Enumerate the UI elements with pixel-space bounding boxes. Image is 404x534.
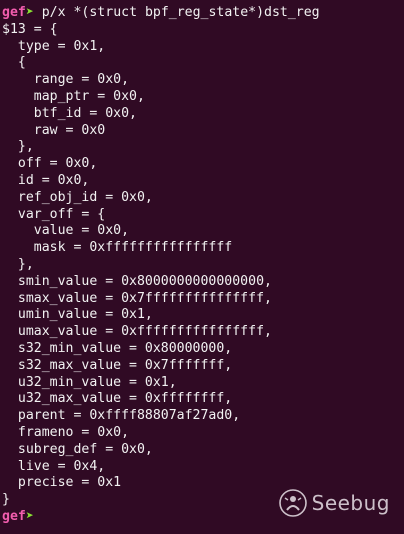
output-line: id = 0x0, (2, 172, 90, 188)
output-line: { (2, 55, 26, 71)
command-line: gef➤ p/x *(struct bpf_reg_state*)dst_reg (2, 5, 404, 22)
prompt-arrow-icon: ➤ (25, 5, 34, 20)
output-line: btf_id = 0x0, (2, 105, 137, 121)
output-line: frameno = 0x0, (2, 424, 130, 440)
output-line: s32_max_value = 0x7fffffff, (2, 357, 233, 373)
output-line: subreg_def = 0x0, (2, 441, 153, 457)
output-line: parent = 0xffff88807af27ad0, (2, 408, 241, 424)
output-line: smin_value = 0x8000000000000000, (2, 273, 272, 289)
output-line: s32_min_value = 0x80000000, (2, 340, 233, 356)
output-line: }, (2, 139, 34, 155)
gef-prompt-label: gef (2, 508, 26, 524)
output-line: map_ptr = 0x0, (2, 88, 145, 104)
output-line: type = 0x1, (2, 38, 106, 54)
output-line: ref_obj_id = 0x0, (2, 189, 153, 205)
watermark-text: Seebug (311, 491, 390, 515)
seebug-watermark: Seebug (278, 488, 390, 518)
output-line: live = 0x4, (2, 458, 106, 474)
output-line: range = 0x0, (2, 72, 130, 88)
output-line: var_off = { (2, 206, 106, 222)
output-line: smax_value = 0x7fffffffffffffff, (2, 290, 272, 306)
prompt-arrow-icon: ➤ (25, 508, 34, 524)
output-line: u32_max_value = 0xffffffff, (2, 391, 233, 407)
command-text: p/x *(struct bpf_reg_state*)dst_reg (41, 5, 320, 20)
output-line: value = 0x0, (2, 223, 130, 239)
output-line: umax_value = 0xffffffffffffffff, (2, 324, 272, 340)
output-line: $13 = { (2, 21, 58, 37)
gef-prompt-label: gef (2, 5, 26, 20)
output-line: umin_value = 0x1, (2, 307, 153, 323)
output-line: off = 0x0, (2, 156, 98, 172)
output-line: }, (2, 256, 34, 272)
command-output: $13 = { type = 0x1, { range = 0x0, map_p… (2, 22, 404, 509)
seebug-logo-icon (278, 488, 308, 518)
output-line: u32_min_value = 0x1, (2, 374, 177, 390)
terminal-window[interactable]: gef➤ p/x *(struct bpf_reg_state*)dst_reg… (0, 0, 404, 534)
output-line: mask = 0xffffffffffffffff (2, 240, 233, 256)
output-line: raw = 0x0 (2, 122, 106, 138)
